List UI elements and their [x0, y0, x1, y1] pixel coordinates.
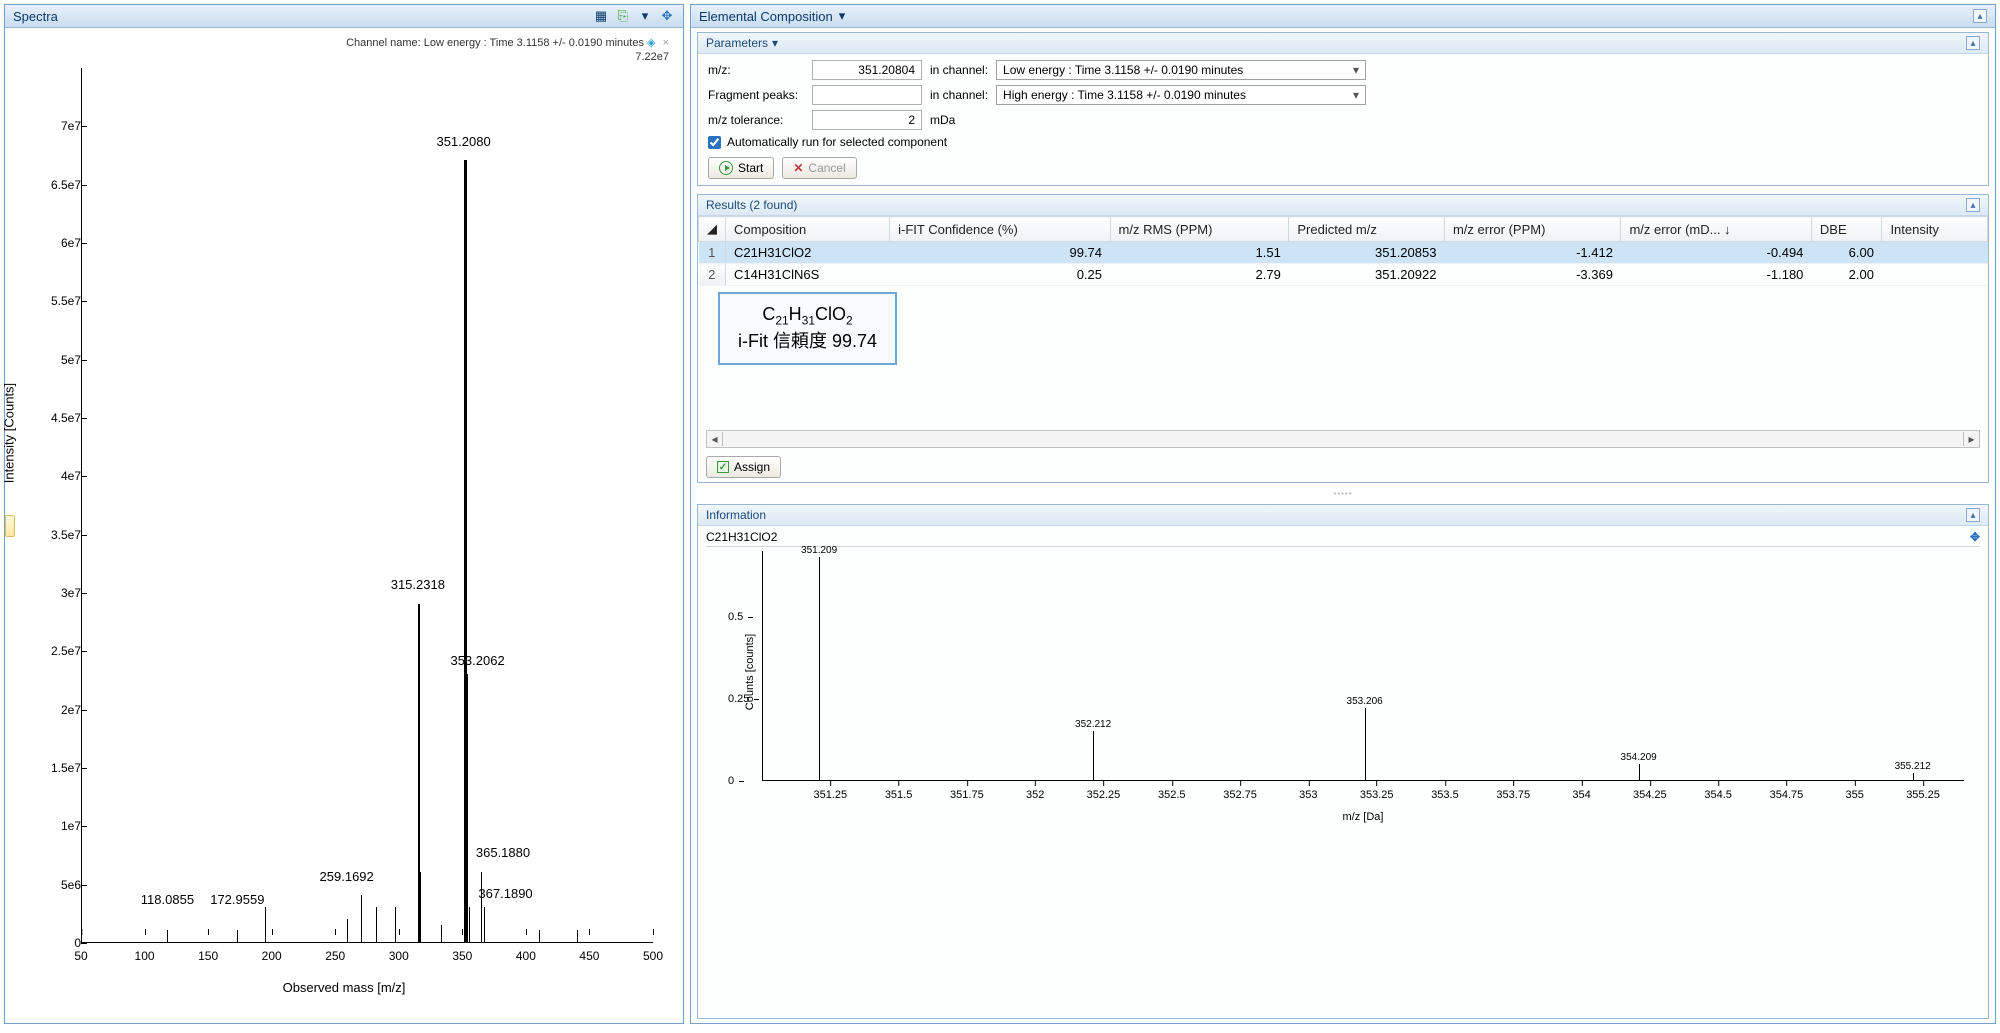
elemental-title: Elemental Composition: [699, 9, 833, 24]
close-icon[interactable]: ×: [663, 37, 669, 49]
spectra-channel-label: Channel name: Low energy : Time 3.1158 +…: [346, 36, 669, 65]
play-icon: [719, 161, 733, 175]
info-compound: C21H31ClO2: [706, 530, 777, 544]
peak-label: 351.2080: [436, 134, 490, 149]
dropdown-icon[interactable]: ▾: [637, 8, 653, 24]
collapse-icon[interactable]: ▴: [1973, 9, 1987, 23]
fragment-label: Fragment peaks:: [708, 88, 804, 102]
results-table: ◢ Composition i-FIT Confidence (%) m/z R…: [698, 216, 1988, 286]
channel-low-select[interactable]: Low energy : Time 3.1158 +/- 0.0190 minu…: [996, 60, 1366, 80]
peak-label: 367.1890: [478, 886, 532, 901]
spectra-header: Spectra ▦ ⎘ ▾ ✥: [5, 5, 683, 28]
col-err-ppm[interactable]: m/z error (PPM): [1444, 217, 1621, 242]
dropdown-icon[interactable]: ▾: [839, 8, 846, 24]
dropdown-icon[interactable]: ▾: [772, 36, 778, 50]
table-header-row: ◢ Composition i-FIT Confidence (%) m/z R…: [699, 217, 1988, 242]
table-row[interactable]: 1 C21H31ClO2 99.74 1.51 351.20853 -1.412…: [699, 242, 1988, 264]
col-ifit[interactable]: i-FIT Confidence (%): [890, 217, 1110, 242]
results-panel: Results (2 found) ▴ ◢ Composition i-FIT …: [697, 194, 1989, 483]
col-intensity[interactable]: Intensity: [1882, 217, 1988, 242]
parameters-title: Parameters: [706, 36, 768, 50]
col-rms[interactable]: m/z RMS (PPM): [1110, 217, 1289, 242]
spectra-title: Spectra: [13, 9, 58, 24]
tolerance-unit: mDa: [930, 113, 955, 127]
channel-high-select[interactable]: High energy : Time 3.1158 +/- 0.0190 min…: [996, 85, 1366, 105]
y-axis-label: Intensity [Counts]: [2, 382, 17, 482]
x-axis-label: Observed mass [m/z]: [283, 980, 406, 995]
mz-label: m/z:: [708, 63, 804, 77]
col-dbe[interactable]: DBE: [1811, 217, 1882, 242]
collapse-icon[interactable]: ▴: [1966, 508, 1980, 522]
information-title: Information: [706, 508, 766, 522]
elemental-panel: Elemental Composition ▾ ▴ Parameters ▾ ▴…: [690, 4, 1996, 1024]
in-channel-label: in channel:: [930, 88, 988, 102]
results-title: Results (2 found): [706, 198, 797, 212]
peak-label: 353.2062: [450, 653, 504, 668]
grid-icon[interactable]: ▦: [593, 8, 609, 24]
results-hscroll[interactable]: ◂ ▸: [706, 430, 1980, 448]
fragment-input[interactable]: [812, 85, 922, 105]
scroll-left-icon[interactable]: ◂: [707, 432, 723, 446]
table-row[interactable]: 2 C14H31ClN6S 0.25 2.79 351.20922 -3.369…: [699, 264, 1988, 286]
information-panel: Information ▴ C21H31ClO2 ✥ Counts [count…: [697, 504, 1989, 1019]
export-icon[interactable]: ⎘: [615, 8, 631, 24]
move-icon[interactable]: ✥: [1970, 530, 1980, 544]
spectra-scale: 7.22e7: [635, 51, 669, 63]
spectra-panel: Spectra ▦ ⎘ ▾ ✥ Channel name: Low energy…: [4, 4, 684, 1024]
in-channel-label: in channel:: [930, 63, 988, 77]
annotation-callout: C21H31ClO2 i-Fit 信頼度 99.74: [718, 292, 897, 365]
col-err-mda[interactable]: m/z error (mD... ↓: [1621, 217, 1811, 242]
tolerance-input[interactable]: [812, 110, 922, 130]
peak-label: 259.1692: [320, 869, 374, 884]
spectra-plot[interactable]: Channel name: Low energy : Time 3.1158 +…: [5, 28, 683, 1023]
collapse-icon[interactable]: ▴: [1966, 198, 1980, 212]
check-icon: ✓: [717, 461, 729, 473]
move-icon[interactable]: ✥: [659, 8, 675, 24]
peak-label: 365.1880: [476, 845, 530, 860]
parameters-panel: Parameters ▾ ▴ m/z: in channel: Low ener…: [697, 32, 1989, 186]
y-slider-handle[interactable]: [5, 515, 15, 537]
info-x-label: m/z [Da]: [1343, 811, 1384, 823]
peak-label: 172.9559: [210, 892, 264, 907]
peak-label: 118.0855: [141, 892, 194, 907]
x-icon: ✕: [793, 161, 803, 175]
start-button[interactable]: Start: [708, 157, 774, 179]
auto-run-checkbox[interactable]: [708, 136, 721, 149]
elemental-header: Elemental Composition ▾ ▴: [691, 5, 1995, 28]
col-composition[interactable]: Composition: [726, 217, 890, 242]
assign-button[interactable]: ✓ Assign: [706, 456, 781, 478]
col-predicted[interactable]: Predicted m/z: [1289, 217, 1445, 242]
scroll-right-icon[interactable]: ▸: [1963, 432, 1979, 446]
tolerance-label: m/z tolerance:: [708, 113, 804, 127]
peak-label: 315.2318: [391, 577, 445, 592]
splitter-handle[interactable]: ▪▪▪▪▪: [691, 489, 1995, 498]
collapse-icon[interactable]: ▴: [1966, 36, 1980, 50]
isotope-chart[interactable]: Counts [counts] m/z [Da] 0 0.25 0.5 351.…: [762, 551, 1964, 781]
cancel-button[interactable]: ✕ Cancel: [782, 157, 856, 179]
mz-input[interactable]: [812, 60, 922, 80]
pin-icon[interactable]: ◈: [647, 37, 655, 49]
auto-run-label: Automatically run for selected component: [727, 135, 947, 149]
